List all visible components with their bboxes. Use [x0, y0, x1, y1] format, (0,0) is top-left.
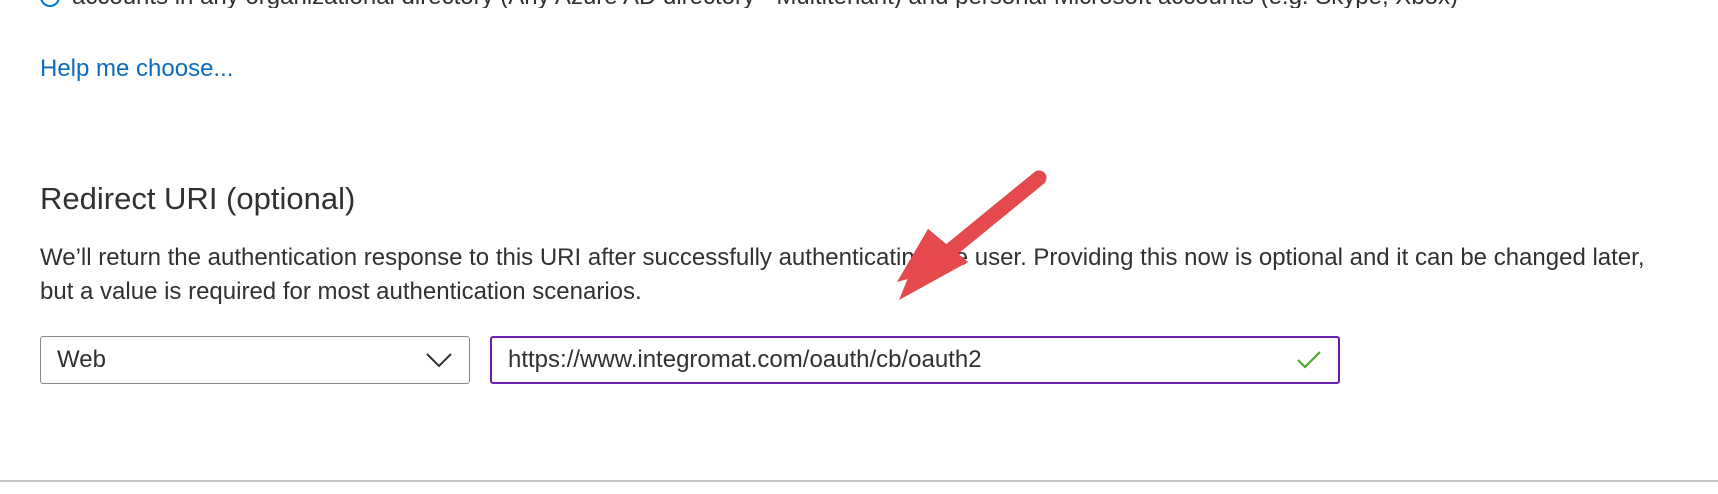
- redirect-uri-input[interactable]: https://www.integromat.com/oauth/cb/oaut…: [490, 336, 1340, 384]
- info-icon: [40, 0, 60, 7]
- platform-dropdown[interactable]: Web: [40, 336, 470, 384]
- help-me-choose-link[interactable]: Help me choose...: [40, 52, 233, 86]
- section-description: We’ll return the authentication response…: [40, 244, 1645, 305]
- top-cut-row: accounts in any organizational directory…: [40, 0, 1660, 8]
- redirect-controls: Web https://www.integromat.com/oauth/cb/…: [40, 336, 1340, 384]
- bottom-divider: [0, 480, 1718, 482]
- top-cut-text: accounts in any organizational directory…: [72, 0, 1458, 8]
- section-title: Redirect URI (optional): [40, 181, 356, 216]
- redirect-uri-value: https://www.integromat.com/oauth/cb/oaut…: [508, 346, 982, 373]
- checkmark-icon: [1297, 351, 1321, 369]
- platform-dropdown-value: Web: [57, 346, 106, 373]
- chevron-down-icon: [426, 353, 452, 368]
